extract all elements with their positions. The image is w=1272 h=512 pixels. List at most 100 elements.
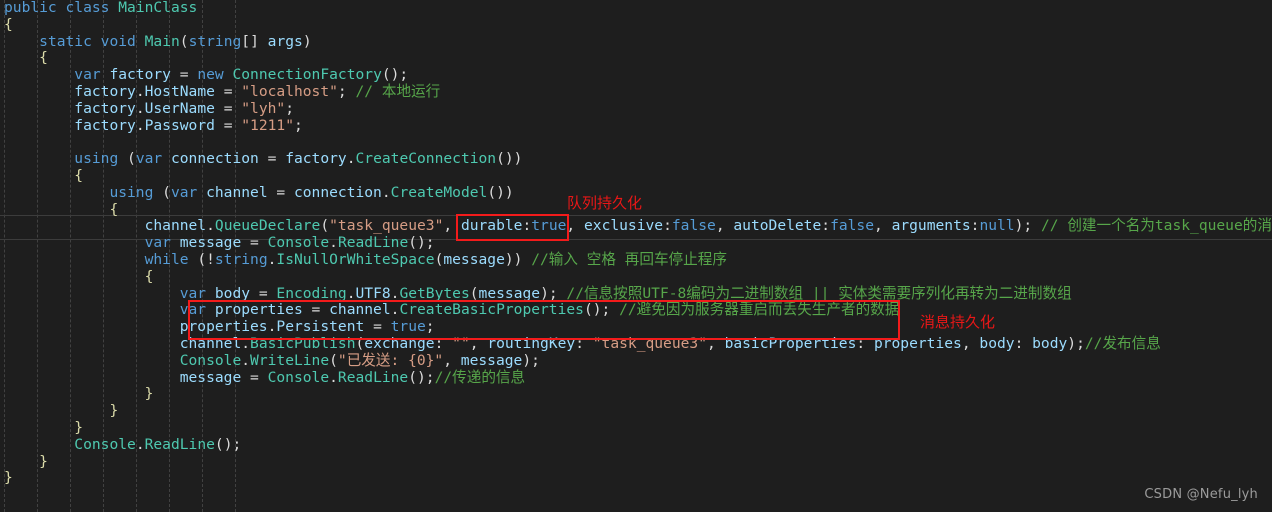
code-token: channel — [179, 334, 242, 352]
code-token: . — [381, 183, 391, 201]
code-token: . — [135, 116, 145, 134]
code-token: GetBytes — [399, 284, 470, 302]
code-token: : — [522, 217, 532, 235]
code-token: durable — [460, 217, 523, 235]
code-token: basicProperties — [724, 334, 857, 352]
code-line[interactable]: } — [0, 418, 1272, 437]
code-token: (); — [408, 234, 435, 252]
code-line[interactable]: Console.ReadLine(); — [0, 436, 1272, 454]
code-line[interactable]: { — [0, 49, 1272, 67]
code-token: Persistent — [276, 318, 365, 336]
code-token: UserName — [144, 99, 215, 117]
code-line[interactable]: Console.WriteLine("已发送: {0}", message); — [0, 351, 1272, 370]
code-line[interactable]: factory.Password = "1211"; — [0, 116, 1272, 135]
code-token: , — [443, 351, 461, 369]
code-token: string — [188, 32, 242, 50]
code-token: Password — [144, 116, 215, 134]
code-line[interactable]: } — [0, 453, 1272, 471]
code-line[interactable]: { — [0, 167, 1272, 185]
code-token: , — [707, 334, 725, 352]
code-line[interactable]: public class MainClass — [0, 0, 1272, 17]
code-line[interactable]: } — [0, 469, 1272, 487]
code-token: Main — [144, 32, 180, 50]
code-token: message — [179, 368, 242, 386]
code-line[interactable]: var message = Console.ReadLine(); — [0, 234, 1272, 252]
code-token: ()) — [487, 183, 514, 201]
code-line[interactable]: var body = Encoding.UTF8.GetBytes(messag… — [0, 284, 1272, 303]
code-token: = — [214, 82, 242, 100]
code-token: autoDelete — [733, 217, 822, 235]
code-line[interactable]: { — [0, 15, 1272, 34]
code-token: = — [170, 66, 198, 84]
code-token: { — [4, 15, 13, 33]
code-token: CreateModel — [390, 183, 488, 201]
code-token: null — [979, 217, 1015, 235]
code-line[interactable]: channel.QueueDeclare("task_queue3", dura… — [0, 217, 1272, 235]
code-token: MainClass — [118, 0, 198, 16]
code-token: channel — [144, 217, 207, 235]
code-line[interactable]: message = Console.ReadLine();//传递的信息 — [0, 368, 1272, 387]
code-token: false — [671, 217, 716, 235]
code-token: "task_queue3" — [329, 217, 444, 235]
code-token: { — [109, 200, 119, 218]
code-line[interactable]: var factory = new ConnectionFactory(); — [0, 66, 1272, 84]
code-token: . — [346, 284, 356, 302]
code-token: var — [179, 284, 207, 302]
code-token: factory — [285, 150, 347, 168]
code-line[interactable]: } — [0, 385, 1272, 403]
code-token: var — [74, 66, 101, 84]
code-token: = — [214, 99, 242, 117]
code-line[interactable]: while (!string.IsNullOrWhiteSpace(messag… — [0, 251, 1272, 269]
code-token: arguments — [891, 217, 971, 235]
code-token: . — [241, 334, 251, 352]
code-line[interactable]: var properties = channel.CreateBasicProp… — [0, 301, 1272, 319]
code-token: exclusive — [584, 217, 664, 235]
code-token: "localhost" — [241, 82, 338, 100]
code-token: connection — [170, 150, 259, 168]
code-token: ; — [425, 318, 435, 336]
code-token: (); — [381, 66, 409, 84]
code-token: . — [241, 351, 251, 369]
code-token: void — [100, 32, 136, 50]
code-line[interactable]: static void Main(string[] args) — [0, 32, 1272, 51]
code-token: } — [144, 385, 154, 403]
code-token: (); — [583, 301, 620, 319]
code-token: ; — [285, 99, 294, 117]
code-token: factory — [74, 99, 136, 117]
code-line[interactable]: factory.HostName = "localhost"; // 本地运行 — [0, 82, 1272, 101]
code-token: , — [715, 217, 734, 235]
code-line[interactable]: } — [0, 402, 1272, 420]
code-token: } — [74, 418, 84, 436]
code-token: } — [109, 402, 119, 420]
code-line[interactable] — [0, 134, 1272, 151]
code-text-area[interactable]: public class MainClass{ static void Main… — [0, 0, 1272, 487]
code-token: ConnectionFactory — [232, 66, 382, 84]
code-editor-screenshot: public class MainClass{ static void Main… — [0, 0, 1272, 512]
code-token: = — [241, 368, 268, 386]
code-token: ()) — [496, 150, 523, 168]
code-line[interactable]: using (var connection = factory.CreateCo… — [0, 150, 1272, 168]
code-line[interactable]: channel.BasicPublish(exchange: "", routi… — [0, 334, 1272, 353]
code-line[interactable]: factory.UserName = "lyh"; — [0, 99, 1272, 118]
queue-persistence-label: 队列持久化 — [567, 194, 643, 212]
code-line[interactable]: properties.Persistent = true; — [0, 318, 1272, 336]
code-token: , — [874, 217, 892, 235]
code-token: false — [830, 217, 874, 235]
code-line[interactable]: { — [0, 268, 1272, 286]
code-token: var — [170, 183, 198, 201]
code-token: : — [821, 217, 831, 235]
code-token: { — [39, 49, 48, 67]
